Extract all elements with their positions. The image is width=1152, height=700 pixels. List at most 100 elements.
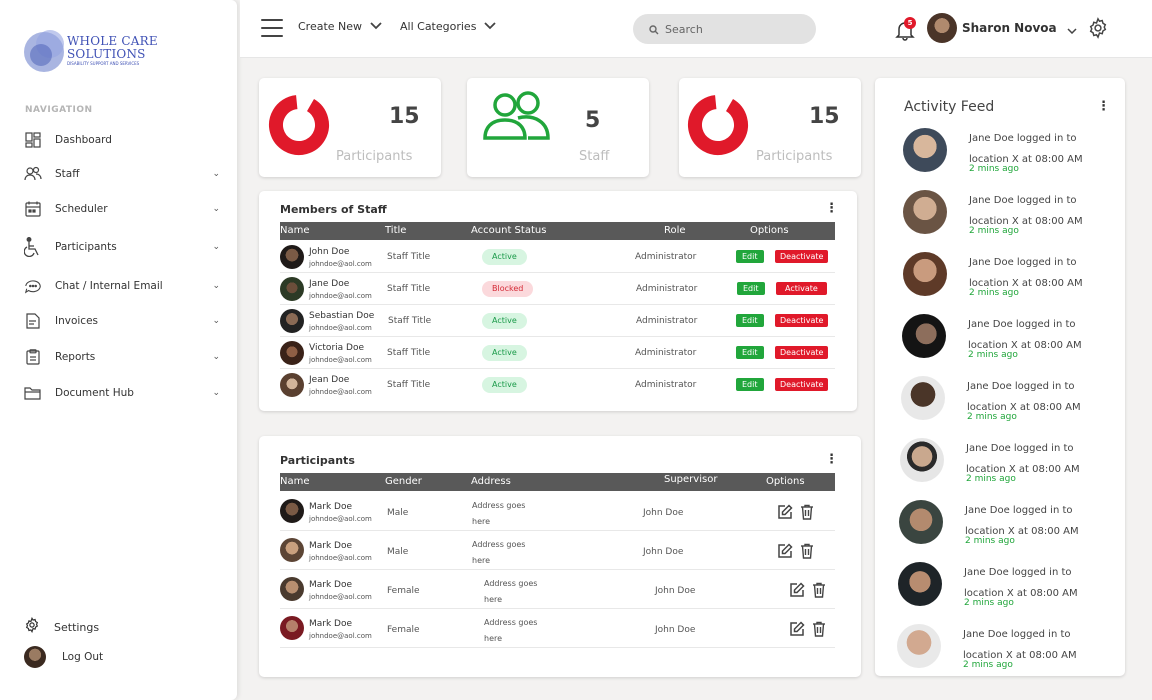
table-row: Sebastian Doe johndoe@aol.com Staff Titl… (280, 305, 835, 337)
edit-button[interactable]: Edit (737, 282, 765, 295)
create-new-dropdown[interactable]: Create New (298, 20, 382, 33)
trash-icon[interactable] (800, 543, 816, 559)
more-options-icon[interactable]: ⋮ (1097, 100, 1110, 113)
col-name: Name (280, 476, 310, 487)
status-badge: Active (482, 313, 527, 329)
sidebar-item-document-hub[interactable]: Document Hub ⌄ (24, 382, 220, 404)
feed-item[interactable]: Jane Doe logged in to location X at 08:0… (901, 376, 1131, 436)
activity-feed-card: Activity Feed ⋮ Jane Doe logged in to lo… (875, 78, 1125, 676)
more-options-icon[interactable]: ⋮ (825, 202, 838, 215)
brand-logo[interactable]: WHOLE CARE SOLUTIONS DISABILITY SUPPORT A… (24, 30, 164, 72)
edit-button[interactable]: Edit (736, 378, 764, 391)
table-row: Mark Doe johndoe@aol.com Male Address go… (280, 492, 835, 531)
sidebar-item-staff[interactable]: Staff ⌄ (24, 163, 220, 185)
deactivate-button[interactable]: Deactivate (775, 250, 829, 263)
trash-icon[interactable] (812, 621, 828, 637)
participant-email: johndoe@aol.com (309, 593, 372, 601)
participant-supervisor: John Doe (643, 547, 684, 557)
edit-icon[interactable] (789, 621, 805, 637)
sidebar-item-chat[interactable]: Chat / Internal Email ⌄ (24, 275, 220, 297)
edit-button[interactable]: Edit (736, 314, 764, 327)
col-options: Options (766, 476, 805, 487)
stat-card-staff[interactable]: 5 Staff (467, 78, 649, 177)
hamburger-menu-icon[interactable] (261, 19, 283, 37)
users-icon (482, 90, 552, 146)
feed-item[interactable]: Jane Doe logged in to location X at 08:0… (903, 252, 1133, 312)
edit-icon[interactable] (789, 582, 805, 598)
deactivate-button[interactable]: Deactivate (775, 378, 829, 391)
create-new-label: Create New (298, 20, 363, 33)
deactivate-button[interactable]: Deactivate (775, 346, 829, 359)
chevron-down-icon: ⌄ (212, 352, 220, 362)
sidebar-item-label: Invoices (55, 315, 99, 327)
activate-button[interactable]: Activate (776, 282, 827, 295)
chevron-down-icon: ⌄ (212, 388, 220, 398)
status-badge: Active (482, 377, 527, 393)
avatar (280, 616, 304, 640)
feed-item[interactable]: Jane Doe logged in to location X at 08:0… (897, 624, 1127, 684)
chevron-down-icon: ⌄ (212, 316, 220, 326)
staff-title: Staff Title (388, 316, 432, 326)
settings-link[interactable]: Settings (24, 616, 99, 637)
feed-item[interactable]: Jane Doe logged in to location X at 08:0… (903, 190, 1133, 250)
staff-name: Jean Doe (309, 375, 350, 385)
participant-supervisor: John Doe (643, 508, 684, 518)
chevron-down-icon (1067, 19, 1077, 38)
chevron-down-icon: ⌄ (212, 169, 220, 179)
avatar (280, 538, 304, 562)
sidebar-item-dashboard[interactable]: Dashboard (24, 129, 220, 151)
sidebar-item-invoices[interactable]: Invoices ⌄ (24, 310, 220, 332)
gear-icon[interactable] (1087, 17, 1109, 39)
notifications-button[interactable]: 5 (894, 17, 916, 41)
dashboard-icon (24, 131, 42, 149)
user-menu[interactable]: Sharon Novoa (927, 13, 1077, 43)
top-bar: Create New All Categories Search 5 Sharo… (240, 0, 1152, 58)
wheelchair-icon (24, 237, 42, 257)
table-row: Mark Doe johndoe@aol.com Female Address … (280, 609, 835, 648)
donut-icon (687, 94, 749, 160)
feed-item[interactable]: Jane Doe logged in to location X at 08:0… (900, 438, 1130, 498)
stat-card-participants[interactable]: 15 Participants (259, 78, 441, 177)
logout-link[interactable]: Log Out (24, 646, 103, 668)
feed-item[interactable]: Jane Doe logged in to location X at 08:0… (902, 314, 1132, 374)
gear-icon (24, 616, 40, 637)
clipboard-icon (24, 348, 42, 366)
edit-button[interactable]: Edit (736, 346, 764, 359)
status-badge: Blocked (482, 281, 534, 297)
feed-item[interactable]: Jane Doe logged in to location X at 08:0… (903, 128, 1133, 188)
chevron-down-icon: ⌄ (212, 281, 220, 291)
trash-icon[interactable] (812, 582, 828, 598)
feed-timestamp: 2 mins ago (963, 660, 1013, 670)
staff-name: Victoria Doe (309, 343, 364, 353)
chat-icon (24, 277, 42, 295)
participant-email: johndoe@aol.com (309, 554, 372, 562)
participants-table-card: Participants ⋮ Name Gender Address Super… (259, 436, 861, 677)
status-badge: Active (482, 249, 527, 265)
staff-title: Staff Title (387, 380, 431, 390)
sidebar-item-participants[interactable]: Participants ⌄ (24, 236, 220, 258)
edit-button[interactable]: Edit (736, 250, 764, 263)
feed-item[interactable]: Jane Doe logged in to location X at 08:0… (898, 562, 1128, 622)
status-badge: Active (482, 345, 527, 361)
sidebar-item-reports[interactable]: Reports ⌄ (24, 346, 220, 368)
table-row: John Doe johndoe@aol.com Staff Title Act… (280, 241, 835, 273)
more-options-icon[interactable]: ⋮ (825, 453, 838, 466)
feed-timestamp: 2 mins ago (968, 350, 1018, 360)
all-categories-dropdown[interactable]: All Categories (400, 20, 497, 33)
stat-label: Participants (756, 149, 833, 164)
stat-card-participants[interactable]: 15 Participants (679, 78, 861, 177)
feed-item[interactable]: Jane Doe logged in to location X at 08:0… (899, 500, 1129, 560)
table-row: Jean Doe johndoe@aol.com Staff Title Act… (280, 369, 835, 401)
avatar (280, 245, 304, 269)
trash-icon[interactable] (800, 504, 816, 520)
edit-icon[interactable] (777, 543, 793, 559)
table-row: Jane Doe johndoe@aol.com Staff Title Blo… (280, 273, 835, 305)
sidebar-item-scheduler[interactable]: Scheduler ⌄ (24, 198, 220, 220)
search-input[interactable]: Search (633, 14, 816, 44)
participant-name: Mark Doe (309, 580, 353, 590)
staff-role: Administrator (635, 252, 697, 262)
participant-supervisor: John Doe (655, 625, 696, 635)
deactivate-button[interactable]: Deactivate (775, 314, 829, 327)
users-icon (24, 165, 42, 183)
edit-icon[interactable] (777, 504, 793, 520)
